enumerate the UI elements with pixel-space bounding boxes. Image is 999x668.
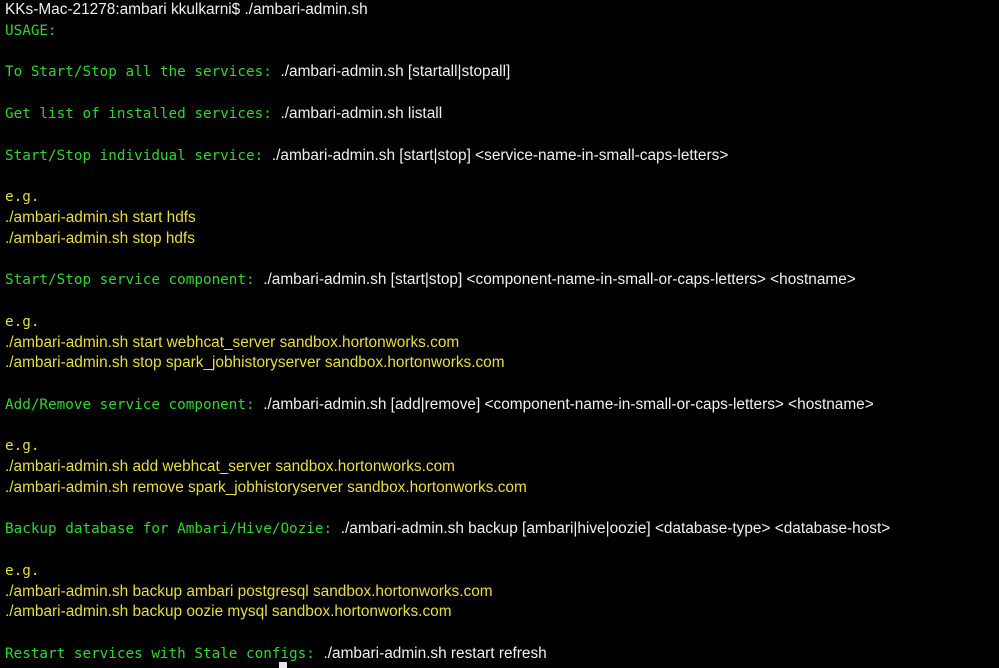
backup-database-command: ./ambari-admin.sh backup [ambari|hive|oo… xyxy=(340,520,891,537)
individual-service-eg: e.g. xyxy=(5,189,40,205)
backup-database-example: ./ambari-admin.sh backup ambari postgres… xyxy=(5,583,493,600)
usage-heading: USAGE: xyxy=(5,23,57,39)
list-services-command: ./ambari-admin.sh listall xyxy=(280,105,443,122)
individual-service-command: ./ambari-admin.sh [start|stop] <service-… xyxy=(271,147,729,164)
individual-service-line: Start/Stop individual service: ./ambari-… xyxy=(5,146,728,166)
restart-stale-label: Restart services with Stale configs: xyxy=(5,646,315,662)
add-remove-component-line: Add/Remove service component: ./ambari-a… xyxy=(5,395,874,415)
service-component-label: Start/Stop service component: xyxy=(5,272,255,288)
terminal-window[interactable]: KKs-Mac-21278:ambari kkulkarni$ ./ambari… xyxy=(0,0,999,668)
list-services-line: Get list of installed services: ./ambari… xyxy=(5,104,442,124)
service-component-eg: e.g. xyxy=(5,314,40,330)
prompt-line: KKs-Mac-21278:ambari kkulkarni$ ./ambari… xyxy=(5,0,368,20)
list-services-label: Get list of installed services: xyxy=(5,106,272,122)
add-remove-component-eg: e.g. xyxy=(5,438,40,454)
restart-stale-command: ./ambari-admin.sh restart refresh xyxy=(323,645,547,662)
restart-stale-line: Restart services with Stale configs: ./a… xyxy=(5,644,547,664)
add-remove-component-example: ./ambari-admin.sh remove spark_jobhistor… xyxy=(5,479,527,496)
add-remove-component-example: ./ambari-admin.sh add webhcat_server san… xyxy=(5,458,455,475)
service-component-example: ./ambari-admin.sh start webhcat_server s… xyxy=(5,334,460,351)
service-component-command: ./ambari-admin.sh [start|stop] <componen… xyxy=(263,271,856,288)
text-cursor xyxy=(279,662,287,668)
backup-database-label: Backup database for Ambari/Hive/Oozie: xyxy=(5,521,333,537)
individual-service-label: Start/Stop individual service: xyxy=(5,148,264,164)
backup-database-line: Backup database for Ambari/Hive/Oozie: .… xyxy=(5,519,890,539)
individual-service-example: ./ambari-admin.sh start hdfs xyxy=(5,209,196,226)
add-remove-component-label: Add/Remove service component: xyxy=(5,397,255,413)
backup-database-eg: e.g. xyxy=(5,563,40,579)
backup-database-example: ./ambari-admin.sh backup oozie mysql san… xyxy=(5,603,452,620)
service-component-line: Start/Stop service component: ./ambari-a… xyxy=(5,270,856,290)
individual-service-example: ./ambari-admin.sh stop hdfs xyxy=(5,230,195,247)
add-remove-component-command: ./ambari-admin.sh [add|remove] <componen… xyxy=(263,396,874,413)
entered-command: ./ambari-admin.sh xyxy=(244,1,368,18)
start-stop-all-line: To Start/Stop all the services: ./ambari… xyxy=(5,62,510,82)
start-stop-all-command: ./ambari-admin.sh [startall|stopall] xyxy=(280,63,511,80)
service-component-example: ./ambari-admin.sh stop spark_jobhistorys… xyxy=(5,354,505,371)
shell-prompt: KKs-Mac-21278:ambari kkulkarni$ xyxy=(5,1,241,18)
start-stop-all-label: To Start/Stop all the services: xyxy=(5,64,272,80)
